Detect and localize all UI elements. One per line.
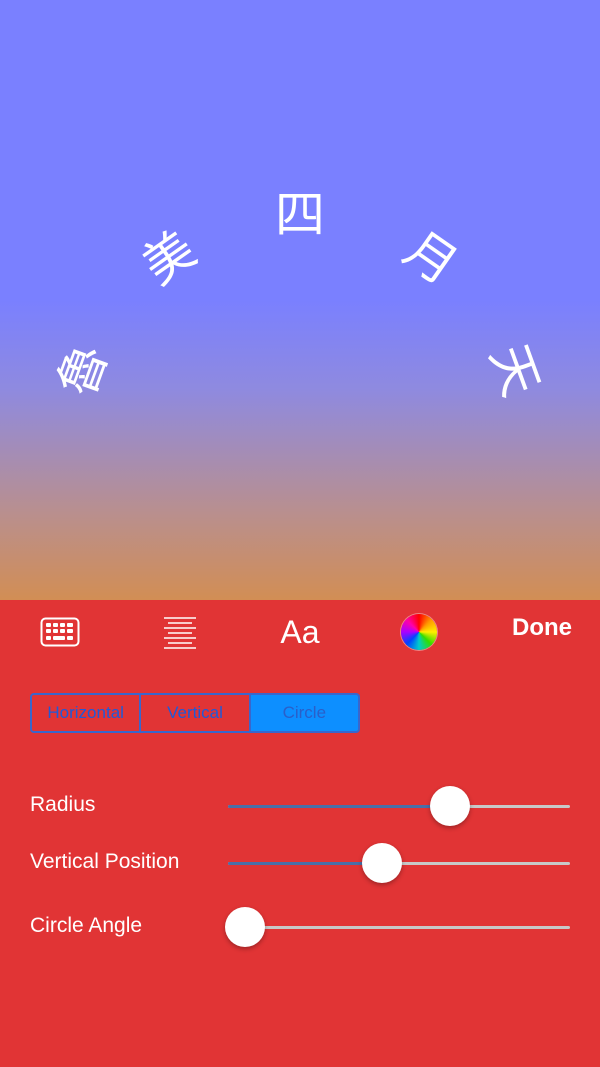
segment-circle[interactable]: Circle — [250, 695, 358, 731]
circle-angle-label: Circle Angle — [30, 914, 143, 937]
keyboard-icon — [40, 617, 80, 647]
text-canvas[interactable]: 魯 美 四 月 天 — [0, 0, 600, 600]
circle-angle-slider[interactable] — [225, 907, 570, 947]
color-wheel-icon — [401, 614, 437, 650]
radius-slider[interactable] — [228, 786, 570, 826]
font-button[interactable]: Aa — [272, 610, 328, 654]
layout-mode-segmented-control: Horizontal Vertical Circle — [30, 693, 360, 733]
vertical-position-label: Vertical Position — [30, 850, 180, 873]
curved-char-2: 美 — [132, 219, 207, 296]
keyboard-button[interactable] — [40, 610, 80, 654]
vertical-position-slider[interactable] — [228, 843, 570, 883]
curved-char-3: 四 — [275, 186, 325, 244]
curved-char-1: 魯 — [47, 336, 120, 404]
text-align-button[interactable] — [160, 610, 200, 654]
segment-vertical[interactable]: Vertical — [141, 695, 251, 731]
edit-panel: Aa Done Horizontal Vertical Circle Radiu… — [0, 600, 600, 1067]
text-align-icon — [164, 617, 196, 649]
color-button[interactable] — [400, 610, 438, 654]
radius-slider-thumb[interactable] — [430, 786, 471, 826]
vertical-position-slider-fill — [228, 862, 382, 865]
circle-angle-slider-thumb[interactable] — [225, 907, 266, 947]
vertical-position-slider-thumb[interactable] — [361, 843, 402, 883]
segment-horizontal[interactable]: Horizontal — [32, 695, 142, 731]
curved-char-4: 月 — [393, 219, 468, 296]
radius-slider-fill — [228, 805, 451, 808]
radius-label: Radius — [30, 793, 96, 816]
done-button[interactable]: Done — [512, 614, 572, 642]
curved-char-5: 天 — [478, 336, 551, 404]
